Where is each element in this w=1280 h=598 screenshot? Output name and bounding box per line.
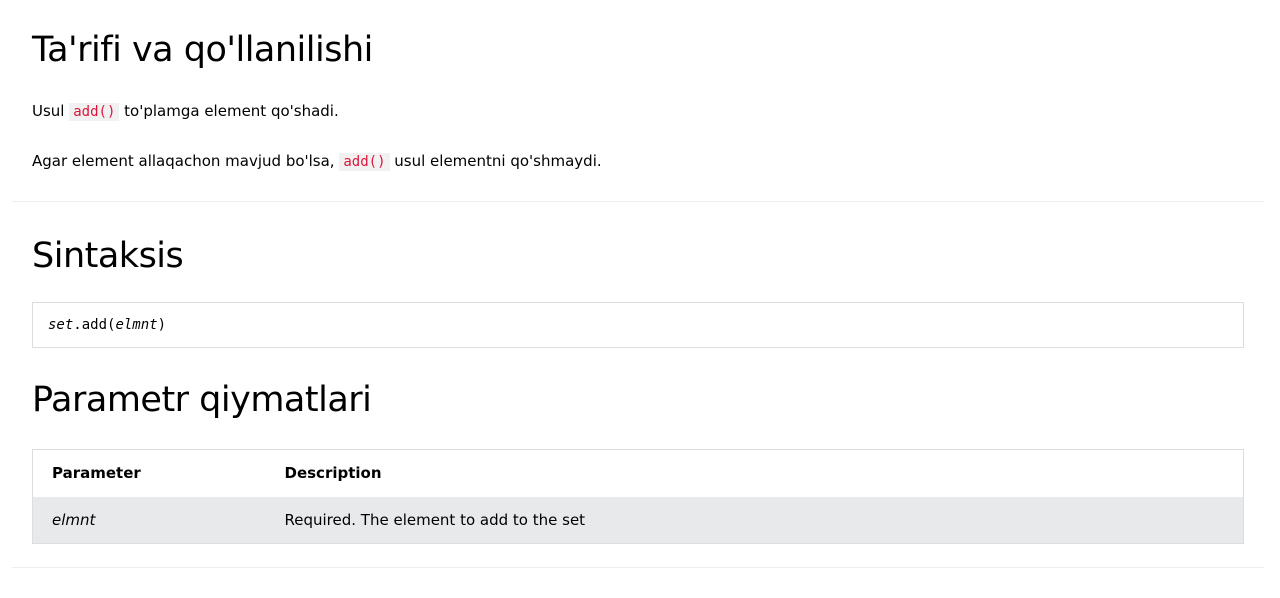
inline-code: add() <box>69 103 120 121</box>
syntax-method: .add( <box>73 317 116 333</box>
parameters-table: Parameter Description elmnt Required. Th… <box>32 449 1244 544</box>
table-row: elmnt Required. The element to add to th… <box>32 496 1244 544</box>
text: Agar element allaqachon mavjud bo'lsa, <box>32 152 340 170</box>
column-header-parameter: Parameter <box>52 464 141 483</box>
syntax-heading: Sintaksis <box>32 236 184 276</box>
syntax-code-block: set.add(elmnt) <box>32 302 1244 348</box>
parameters-heading: Parametr qiymatlari <box>32 380 372 420</box>
text: to'plamga element qo'shadi. <box>119 102 339 120</box>
parameter-name: elmnt <box>52 510 96 529</box>
syntax-close: ) <box>157 317 167 333</box>
text: Usul <box>32 102 70 120</box>
section-divider <box>12 567 1264 568</box>
column-header-description: Description <box>284 464 382 483</box>
text: usul elementni qo'shmaydi. <box>389 152 602 170</box>
table-header-row: Parameter Description <box>33 450 1244 497</box>
page: Ta'rifi va qo'llanilishi Usul add() to'p… <box>0 0 1280 598</box>
definition-heading: Ta'rifi va qo'llanilishi <box>32 30 373 70</box>
definition-paragraph-2: Agar element allaqachon mavjud bo'lsa, a… <box>32 152 602 171</box>
syntax-object: set <box>48 317 74 333</box>
definition-paragraph-1: Usul add() to'plamga element qo'shadi. <box>32 102 339 121</box>
inline-code: add() <box>339 153 390 171</box>
section-divider <box>12 201 1264 202</box>
syntax-param: elmnt <box>115 317 158 333</box>
parameter-description: Required. The element to add to the set <box>284 510 586 529</box>
